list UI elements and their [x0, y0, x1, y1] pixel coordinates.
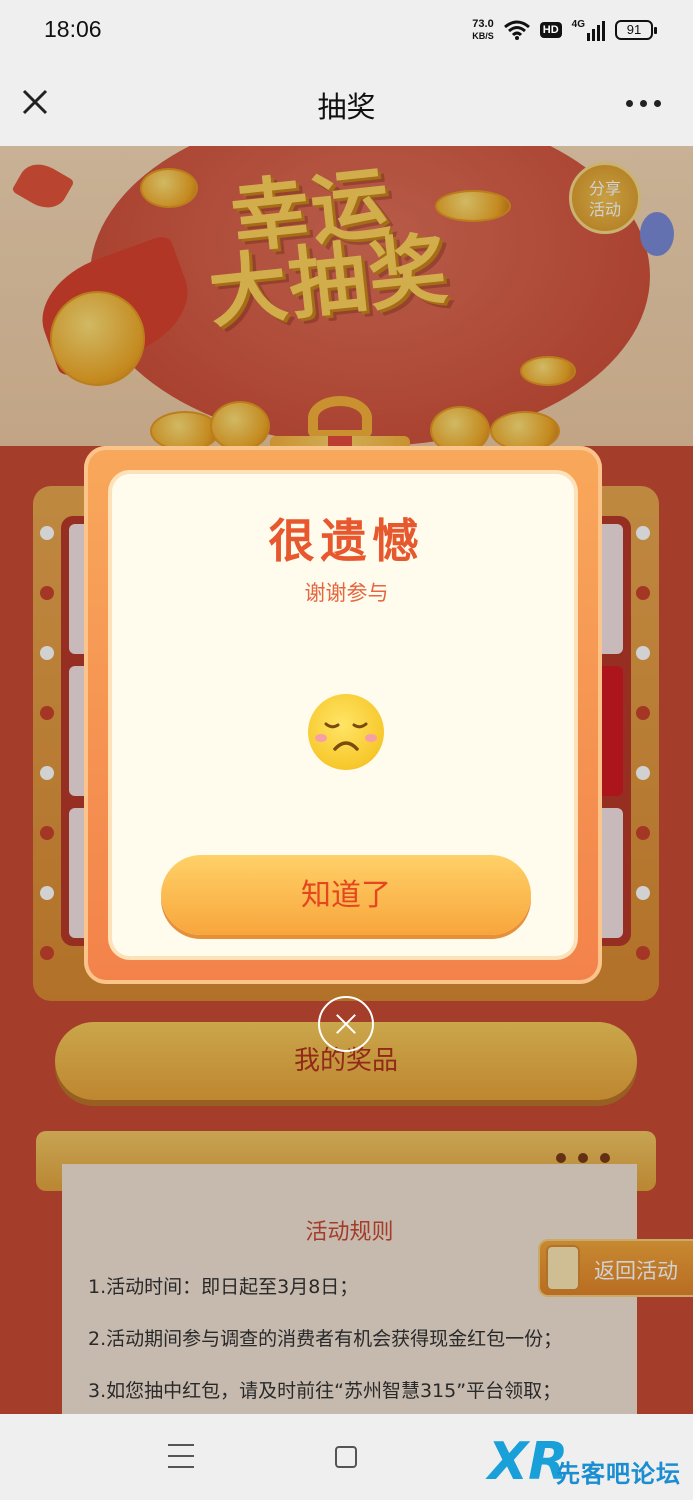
- status-time: 18:06: [44, 16, 102, 42]
- status-bar: 18:06 73.0 KB/S HD 4G 91: [0, 0, 693, 60]
- sad-face-icon: [308, 694, 384, 770]
- modal-close-icon[interactable]: [318, 996, 374, 1052]
- system-nav-bar: XR 先客吧论坛: [0, 1414, 693, 1500]
- net-speed: 73.0 KB/S: [472, 18, 494, 42]
- page-title: 抽奖: [317, 90, 376, 124]
- net-speed-unit: KB/S: [472, 31, 494, 41]
- result-title: 很遗憾: [268, 514, 425, 568]
- home-icon[interactable]: [335, 1446, 357, 1468]
- wifi-icon: [503, 20, 530, 40]
- confirm-button[interactable]: 知道了: [161, 855, 531, 935]
- battery-level: 91: [626, 22, 642, 37]
- title-bar: 抽奖: [0, 60, 693, 146]
- network-type: 4G: [571, 19, 585, 30]
- net-speed-value: 73.0: [472, 18, 494, 30]
- hd-badge: HD: [539, 22, 562, 38]
- status-icons: 73.0 KB/S HD 4G 91: [472, 14, 657, 46]
- result-subtitle: 谢谢参与: [304, 581, 389, 605]
- menu-icon[interactable]: [168, 1444, 194, 1468]
- signal-icon: 4G: [572, 19, 605, 41]
- battery-icon: 91: [615, 20, 657, 40]
- more-icon[interactable]: [626, 100, 661, 107]
- watermark-text: 先客吧论坛: [556, 1460, 681, 1488]
- watermark: XR 先客吧论坛: [488, 1432, 693, 1498]
